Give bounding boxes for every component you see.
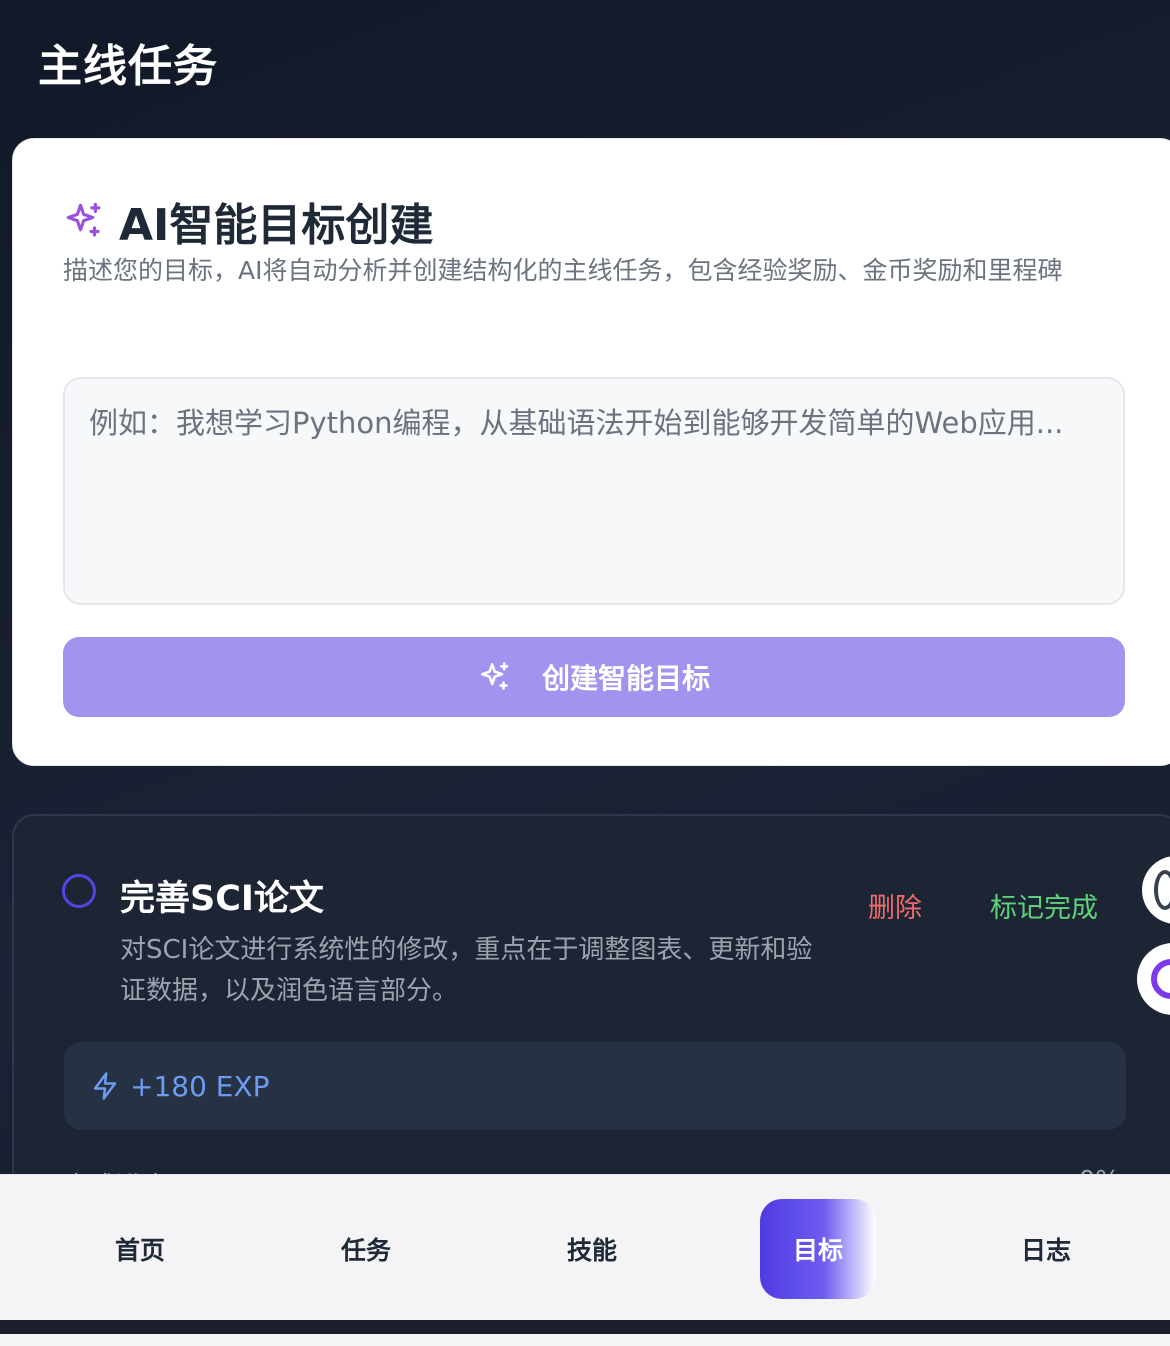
nav-item-journal[interactable]: 日志	[976, 1199, 1116, 1299]
nav-item-skills[interactable]: 技能	[522, 1199, 662, 1299]
quest-card: 完善SCI论文 对SCI论文进行系统性的修改，重点在于调整图表、更新和验证数据，…	[12, 814, 1170, 1234]
page-title: 主线任务	[38, 41, 218, 92]
goal-description-input[interactable]	[63, 377, 1125, 605]
quest-complete-checkbox[interactable]	[62, 874, 96, 908]
quest-description: 对SCI论文进行系统性的修改，重点在于调整图表、更新和验证数据，以及润色语言部分…	[120, 935, 813, 1006]
quest-title: 完善SCI论文	[120, 879, 324, 919]
exp-reward-label: +180 EXP	[130, 1069, 270, 1103]
bottom-edge	[0, 1320, 1170, 1346]
create-button-label: 创建智能目标	[541, 662, 710, 695]
ai-card-title: AI智能目标创建	[119, 200, 434, 251]
mark-complete-button[interactable]: 标记完成	[990, 886, 1098, 925]
delete-button[interactable]: 删除	[868, 886, 922, 925]
sparkles-icon	[66, 202, 101, 237]
create-smart-goal-button[interactable]: 创建智能目标	[63, 637, 1125, 717]
bottom-nav: 首页 任务 技能 目标 日志	[0, 1174, 1170, 1320]
lightning-icon	[93, 1072, 117, 1100]
nav-item-tasks[interactable]: 任务	[296, 1199, 436, 1299]
ai-card-header: AI智能目标创建	[63, 189, 433, 253]
nav-item-home[interactable]: 首页	[70, 1199, 210, 1299]
ring-icon	[1151, 959, 1170, 999]
link-icon	[1154, 870, 1170, 910]
nav-item-goals[interactable]: 目标	[760, 1199, 876, 1299]
sparkles-icon	[480, 662, 509, 690]
exp-reward-box: +180 EXP	[64, 1042, 1126, 1130]
ai-card-description: 描述您的目标，AI将自动分析并创建结构化的主线任务，包含经验奖励、金币奖励和里程…	[63, 256, 1063, 285]
ai-goal-card: AI智能目标创建 描述您的目标，AI将自动分析并创建结构化的主线任务，包含经验奖…	[12, 138, 1170, 766]
